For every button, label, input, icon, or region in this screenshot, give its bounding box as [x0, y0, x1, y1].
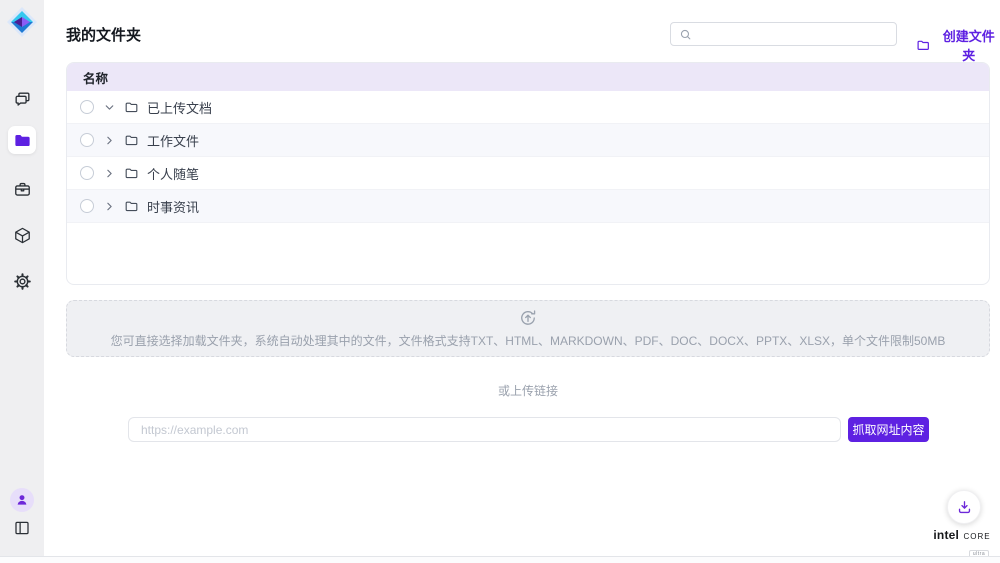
window-bottom-edge	[0, 556, 1000, 563]
intel-core-logo: intel core ultra	[927, 527, 997, 559]
person-icon	[15, 493, 29, 507]
chevron-right-icon[interactable]	[103, 200, 116, 213]
sidebar	[0, 0, 44, 556]
folder-row-personal-notes[interactable]: 个人随笔	[67, 157, 989, 190]
folder-name: 时事资讯	[147, 197, 199, 216]
page-title: 我的文件夹	[66, 24, 141, 45]
folder-icon	[13, 131, 32, 150]
folder-icon	[124, 166, 139, 181]
chevron-right-icon[interactable]	[103, 167, 116, 180]
app-window: 我的文件夹 创建文件夹 名称 已上传文档 工作文件	[0, 0, 1000, 563]
download-icon	[956, 499, 973, 516]
upload-hint-text: 您可直接选择加载文件夹，系统自动处理其中的文件，文件格式支持TXT、HTML、M…	[111, 332, 946, 349]
collapse-sidebar-button[interactable]	[13, 519, 31, 537]
folder-row-uploaded-docs[interactable]: 已上传文档	[67, 91, 989, 124]
sidebar-item-chat[interactable]	[8, 85, 36, 113]
gear-icon	[13, 272, 32, 291]
folder-icon	[124, 133, 139, 148]
create-folder-icon	[916, 38, 930, 53]
row-checkbox[interactable]	[80, 100, 94, 114]
briefcase-icon	[13, 180, 32, 199]
row-checkbox[interactable]	[80, 166, 94, 180]
download-fab-button[interactable]	[947, 490, 981, 524]
intel-logo-text: intel	[933, 528, 959, 542]
table-header: 名称	[67, 63, 989, 91]
search-input[interactable]	[698, 27, 888, 41]
folder-icon	[124, 100, 139, 115]
chat-icon	[13, 90, 32, 109]
chevron-down-icon[interactable]	[103, 101, 116, 114]
sidebar-item-models[interactable]	[8, 221, 36, 249]
folder-row-work-files[interactable]: 工作文件	[67, 124, 989, 157]
folder-row-news[interactable]: 时事资讯	[67, 190, 989, 223]
search-icon	[679, 28, 692, 41]
row-checkbox[interactable]	[80, 133, 94, 147]
folder-name: 已上传文档	[147, 98, 212, 117]
url-input[interactable]	[128, 417, 841, 442]
cube-icon	[13, 226, 32, 245]
create-folder-label: 创建文件夹	[937, 26, 1000, 64]
sidebar-item-settings[interactable]	[8, 267, 36, 295]
chevron-right-icon[interactable]	[103, 134, 116, 147]
folder-name: 个人随笔	[147, 164, 199, 183]
column-name: 名称	[83, 68, 108, 87]
search-box[interactable]	[670, 22, 897, 46]
fetch-url-button[interactable]: 抓取网址内容	[848, 417, 929, 442]
upload-cloud-icon	[518, 308, 538, 328]
or-upload-link-label: 或上传链接	[66, 382, 990, 399]
sidebar-item-workspace[interactable]	[8, 175, 36, 203]
folder-name: 工作文件	[147, 131, 199, 150]
panel-layout-icon	[13, 519, 31, 537]
sidebar-item-folders[interactable]	[8, 126, 36, 154]
folder-icon	[124, 199, 139, 214]
upload-dropzone[interactable]: 您可直接选择加载文件夹，系统自动处理其中的文件，文件格式支持TXT、HTML、M…	[66, 300, 990, 357]
folder-table: 名称 已上传文档 工作文件 个人随笔 时事资讯	[66, 62, 990, 285]
user-avatar[interactable]	[10, 488, 34, 512]
create-folder-button[interactable]: 创建文件夹	[916, 26, 1000, 64]
intel-core-text: core	[964, 530, 991, 542]
app-logo-icon[interactable]	[6, 6, 38, 38]
row-checkbox[interactable]	[80, 199, 94, 213]
